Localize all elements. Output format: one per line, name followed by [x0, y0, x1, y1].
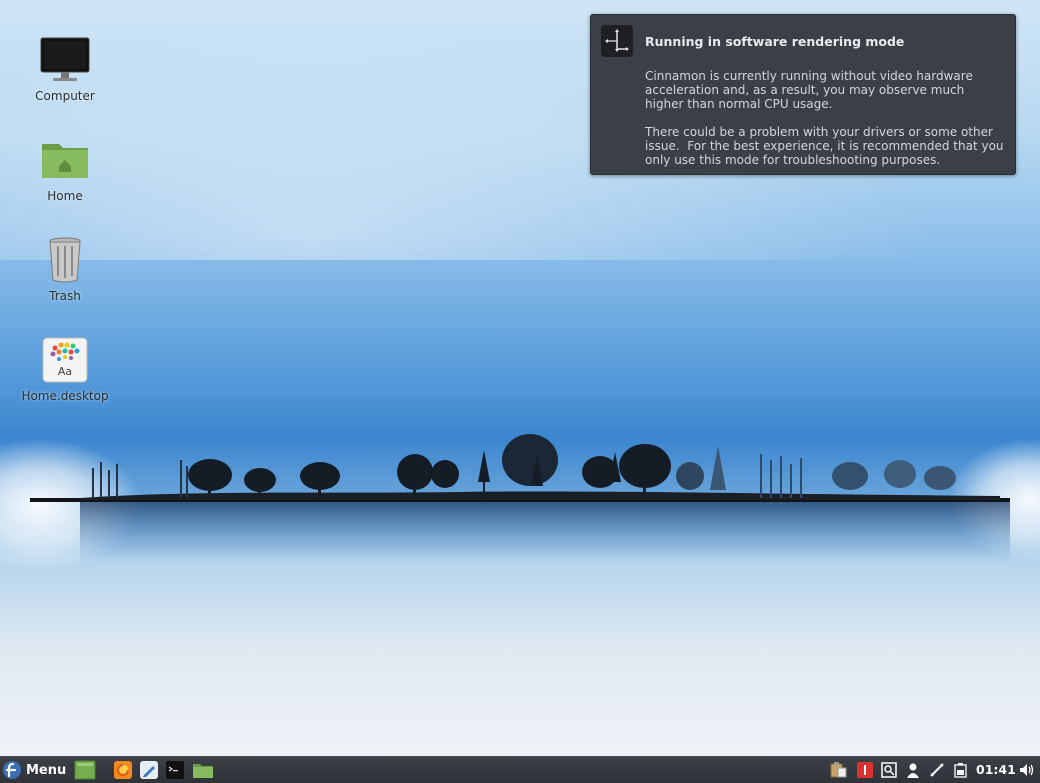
firefox-icon[interactable]	[114, 761, 132, 779]
display-settings-icon	[601, 25, 633, 57]
desktop-icon-home-desktop[interactable]: Aa Home.desktop	[10, 336, 120, 403]
notification-popup[interactable]: Running in software rendering mode Cinna…	[590, 14, 1016, 175]
network-icon[interactable]	[929, 762, 945, 778]
desktop-icon-label: Trash	[49, 289, 81, 303]
desktop-icon-label: Home	[47, 189, 83, 203]
desktop-icon-trash[interactable]: Trash	[10, 236, 120, 303]
desktop-icon-label: Computer	[35, 89, 95, 103]
update-notifier-icon[interactable]	[857, 762, 873, 778]
menu-label: Menu	[26, 762, 67, 778]
volume-icon[interactable]	[1019, 762, 1035, 778]
water-reflection	[80, 502, 1010, 562]
desktop-icon-computer[interactable]: Computer	[10, 36, 120, 103]
wallpaper-treeline	[30, 434, 1010, 562]
bottom-panel: Menu 01:41	[0, 756, 1040, 783]
menu-button[interactable]: Menu	[2, 758, 68, 782]
notification-body: Cinnamon is currently running without vi…	[645, 69, 1005, 181]
desktop-icon-label: Home.desktop	[21, 389, 109, 403]
fedora-logo-icon	[3, 761, 21, 779]
computer-monitor-icon	[39, 36, 91, 84]
desktop-background: Computer Home Trash Aa Home.desktop Runn…	[0, 0, 1040, 756]
home-folder-icon	[39, 136, 91, 184]
desktop-icon-home[interactable]: Home	[10, 136, 120, 203]
notification-paragraph: There could be a problem with your drive…	[645, 125, 1008, 167]
tree-silhouettes	[30, 434, 1010, 502]
files-icon[interactable]	[192, 761, 214, 779]
font-sample-text: Aa	[57, 365, 73, 378]
show-desktop-icon[interactable]	[74, 760, 96, 780]
trash-can-icon	[39, 236, 91, 284]
user-icon[interactable]	[905, 762, 921, 778]
clock[interactable]: 01:41	[976, 762, 1016, 777]
notification-title: Running in software rendering mode	[645, 34, 905, 49]
text-editor-icon[interactable]	[140, 761, 158, 779]
font-viewer-icon: Aa	[39, 336, 91, 384]
battery-icon[interactable]	[952, 762, 968, 778]
notification-paragraph: Cinnamon is currently running without vi…	[645, 69, 977, 111]
workspace-switcher-icon[interactable]	[881, 762, 897, 778]
clipboard-icon[interactable]	[829, 762, 847, 778]
terminal-icon[interactable]	[166, 761, 184, 779]
